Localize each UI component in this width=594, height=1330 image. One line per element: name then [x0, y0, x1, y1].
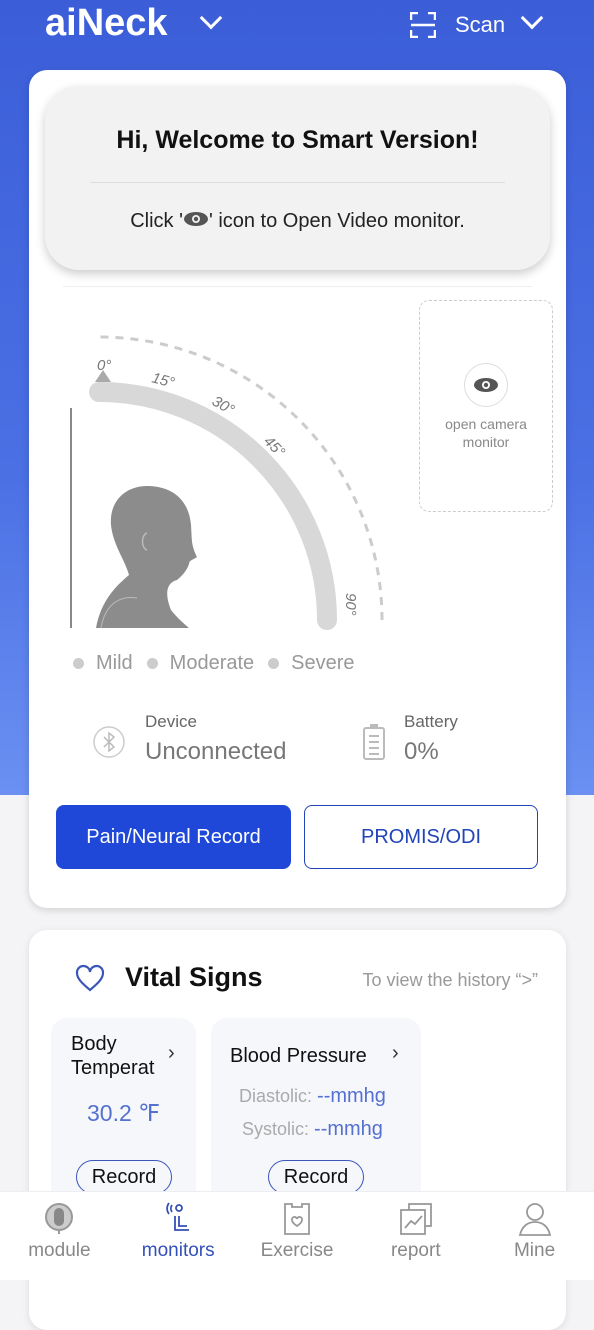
promis-odi-button[interactable]: PROMIS/ODI	[304, 805, 538, 869]
scan-chevron-down-icon[interactable]	[520, 6, 544, 30]
nav-mine[interactable]: Mine	[475, 1192, 594, 1280]
camera-label: monitor	[462, 434, 510, 450]
legend-severe: Severe	[268, 652, 355, 675]
legend-moderate: Moderate	[146, 652, 254, 675]
head-silhouette-icon	[96, 485, 197, 629]
device-label: Device	[145, 712, 197, 731]
person-icon	[518, 1203, 551, 1236]
tick-label: 0°	[97, 357, 111, 374]
battery-icon	[363, 724, 385, 760]
systolic-row: Systolic: --mmhg	[242, 1118, 383, 1140]
vital-signs-title: Vital Signs	[125, 962, 263, 992]
scan-button[interactable]: Scan	[455, 12, 505, 38]
battery-label: Battery	[404, 712, 458, 731]
monitors-icon	[166, 1202, 190, 1231]
chevron-down-icon[interactable]	[199, 6, 223, 30]
report-icon	[399, 1203, 432, 1235]
temperature-value: 30.2 ℉	[87, 1100, 161, 1126]
body-temperature-card[interactable]: Body Temperat › 30.2 ℉ Record	[51, 1018, 196, 1218]
monitor-card: Hi, Welcome to Smart Version! Click ' ' i…	[29, 70, 566, 908]
top-bar: aiNeck Scan	[0, 0, 594, 60]
battery-value: 0%	[404, 738, 439, 765]
bluetooth-icon	[93, 726, 125, 758]
eye-icon[interactable]	[464, 363, 508, 407]
pain-neural-record-button[interactable]: Pain/Neural Record	[56, 805, 291, 869]
heart-icon	[75, 964, 105, 992]
blood-pressure-card[interactable]: Blood Pressure › Diastolic: --mmhg Systo…	[211, 1018, 421, 1218]
diastolic-row: Diastolic: --mmhg	[239, 1085, 386, 1107]
legend-mild: Mild	[73, 652, 133, 675]
nav-report[interactable]: report	[356, 1192, 475, 1280]
nav-monitors[interactable]: monitors	[119, 1192, 238, 1280]
blood-pressure-title: Blood Pressure	[230, 1045, 367, 1067]
bottom-navigation: module monitors Exercise report Mine	[0, 1191, 594, 1280]
nav-exercise[interactable]: Exercise	[238, 1192, 357, 1280]
device-status: Device Unconnected	[145, 712, 286, 766]
open-camera-monitor-button[interactable]: open camera monitor	[419, 300, 553, 512]
chevron-right-icon[interactable]: ›	[168, 1042, 175, 1065]
record-blood-pressure-button[interactable]: Record	[268, 1160, 364, 1194]
device-value: Unconnected	[145, 738, 287, 765]
neck-angle-gauge: 0° 15° 30° 45° 90°	[70, 335, 384, 630]
temperature-title: Body Temperat	[71, 1033, 155, 1079]
record-temperature-button[interactable]: Record	[76, 1160, 172, 1194]
view-history-link[interactable]: To view the history “>”	[362, 970, 538, 991]
camera-label: open camera	[445, 416, 527, 432]
nav-module[interactable]: module	[0, 1192, 119, 1280]
chevron-right-icon[interactable]: ›	[392, 1042, 399, 1065]
tick-label: 90°	[342, 593, 359, 616]
battery-status: Battery 0%	[404, 712, 458, 766]
app-title[interactable]: aiNeck	[45, 2, 168, 45]
exercise-icon	[284, 1203, 310, 1235]
severity-legend: Mild Moderate Severe	[73, 652, 355, 675]
module-icon	[45, 1202, 74, 1234]
scan-icon[interactable]	[410, 12, 436, 38]
